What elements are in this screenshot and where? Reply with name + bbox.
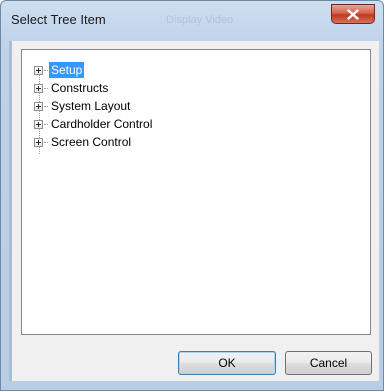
background-window-title: Display Video xyxy=(166,14,234,26)
close-icon xyxy=(347,8,359,20)
tree-branch-line xyxy=(44,141,48,143)
ok-button[interactable]: OK xyxy=(178,351,276,375)
title-bar[interactable]: Select Tree Item Display Video xyxy=(1,1,383,41)
tree-item-screen-control[interactable]: Screen Control xyxy=(34,134,133,150)
tree-item-system-layout[interactable]: System Layout xyxy=(34,98,132,114)
dialog-title: Select Tree Item xyxy=(11,12,106,27)
tree-item-cardholder-control[interactable]: Cardholder Control xyxy=(34,116,154,132)
expand-plus-icon[interactable] xyxy=(34,119,43,129)
dialog-client-area: Setup Constructs System Layout Cardholde… xyxy=(12,41,379,381)
button-bar: OK Cancel xyxy=(12,335,379,381)
tree-item-label: Cardholder Control xyxy=(51,117,153,131)
tree-item-label: Setup xyxy=(49,62,85,78)
cancel-button[interactable]: Cancel xyxy=(285,351,372,375)
expand-plus-icon[interactable] xyxy=(34,101,43,111)
tree-item-constructs[interactable]: Constructs xyxy=(34,80,110,96)
tree-item-setup[interactable]: Setup xyxy=(34,62,85,78)
tree-item-label: Screen Control xyxy=(51,135,132,149)
close-button[interactable] xyxy=(331,4,375,24)
tree-branch-line xyxy=(44,105,48,107)
tree-branch-line xyxy=(44,69,48,71)
expand-plus-icon[interactable] xyxy=(34,83,43,93)
tree-item-label: System Layout xyxy=(51,99,131,113)
tree-branch-line xyxy=(44,87,48,89)
tree-item-label: Constructs xyxy=(51,81,109,95)
expand-plus-icon[interactable] xyxy=(34,137,43,147)
dialog-window: Select Tree Item Display Video Setup Con… xyxy=(0,0,384,391)
window-bottom-frame xyxy=(1,381,384,392)
expand-plus-icon[interactable] xyxy=(34,65,43,75)
tree-branch-line xyxy=(44,123,48,125)
tree-view[interactable]: Setup Constructs System Layout Cardholde… xyxy=(21,49,371,335)
